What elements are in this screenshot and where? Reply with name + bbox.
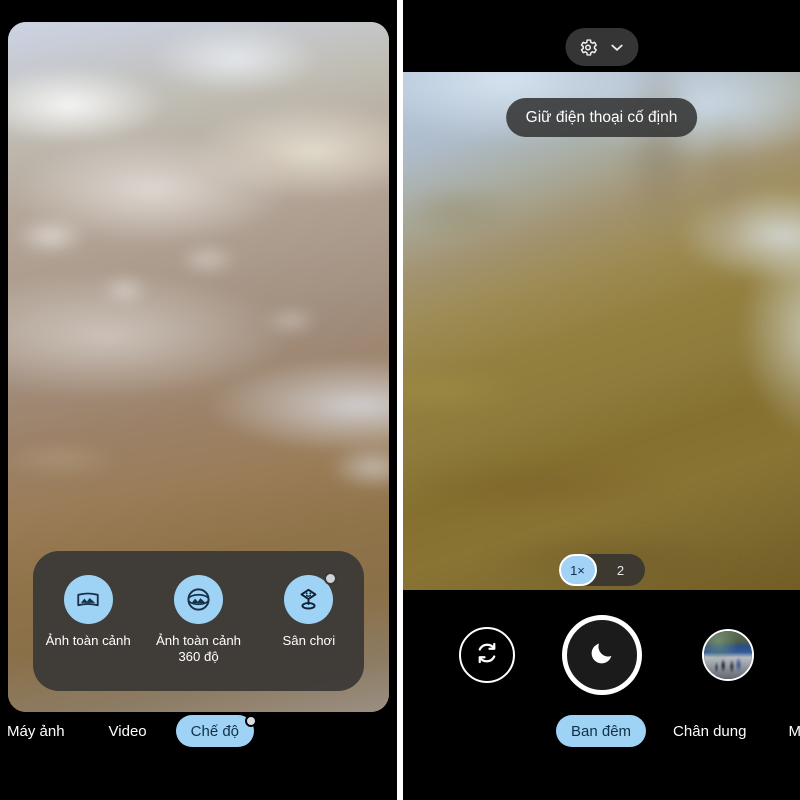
left-phone-screen: Ảnh toàn cảnh Ảnh toàn cảnh 360 độ Sân c…: [0, 0, 397, 800]
tab-label: Video: [108, 722, 147, 740]
zoom-option-2x[interactable]: 2: [597, 554, 645, 586]
mode-item-playground[interactable]: Sân chơi: [257, 572, 361, 691]
mode-item-label: Ảnh toàn cảnh 360 độ: [155, 633, 242, 664]
tab-label: Chân dung: [673, 722, 747, 740]
new-badge-dot: [324, 572, 338, 585]
gallery-thumbnail-button[interactable]: [702, 629, 754, 681]
tab-label: Ban đêm: [571, 722, 632, 740]
mode-picker-sheet: Ảnh toàn cảnh Ảnh toàn cảnh 360 độ Sân c…: [33, 551, 364, 691]
tab-camera[interactable]: Máy ảnh: [0, 715, 80, 747]
gear-icon[interactable]: [577, 37, 598, 58]
dual-screenshot-container: Ảnh toàn cảnh Ảnh toàn cảnh 360 độ Sân c…: [0, 0, 800, 800]
viewfinder-scene-detail-right: [403, 72, 800, 590]
right-phone-screen: Giữ điện thoại cố định 1× 2 Ban đêm Chân…: [403, 0, 800, 800]
chevron-down-icon[interactable]: [607, 38, 626, 57]
tab-label: Máy: [788, 722, 800, 740]
mode-item-panorama[interactable]: Ảnh toàn cảnh: [36, 575, 140, 691]
tab-portrait[interactable]: Chân dung: [658, 715, 761, 747]
mode-icon-wrap: [173, 575, 223, 624]
mode-item-label: Sân chơi: [282, 633, 336, 648]
camera-flip-icon: [472, 638, 502, 673]
camera-controls-row: [403, 612, 800, 698]
tab-camera[interactable]: Máy: [773, 715, 800, 747]
viewfinder-preview-right[interactable]: [403, 72, 800, 590]
mode-icon-wrap: [63, 575, 113, 624]
mode-icon-wrap: [284, 572, 338, 624]
tab-video[interactable]: Video: [94, 715, 162, 747]
camera-flip-button[interactable]: [459, 627, 515, 683]
mode-tab-strip-right: Ban đêm Chân dung Máy: [403, 705, 800, 800]
shutter-button[interactable]: [561, 615, 642, 695]
tab-night-sight[interactable]: Ban đêm: [556, 715, 647, 747]
photo-sphere-icon: [173, 575, 223, 624]
settings-pill[interactable]: [565, 28, 638, 66]
mode-tab-strip-left: Máy ảnh Video Chế độ: [0, 705, 397, 800]
tab-label: Chế độ: [190, 722, 240, 740]
mode-item-label: Ảnh toàn cảnh: [45, 633, 131, 648]
moon-night-sight-icon: [588, 639, 616, 672]
tab-modes[interactable]: Chế độ: [175, 715, 258, 747]
zoom-level-toggle[interactable]: 1× 2: [558, 554, 645, 586]
gallery-thumbnail: [704, 631, 752, 679]
hold-still-hint-toast: Giữ điện thoại cố định: [505, 98, 698, 137]
mode-item-photo-sphere[interactable]: Ảnh toàn cảnh 360 độ: [146, 575, 250, 691]
tab-label: Máy ảnh: [7, 722, 65, 740]
zoom-option-1x[interactable]: 1×: [558, 554, 597, 586]
panorama-icon: [63, 575, 113, 624]
new-badge-dot: [245, 715, 258, 727]
